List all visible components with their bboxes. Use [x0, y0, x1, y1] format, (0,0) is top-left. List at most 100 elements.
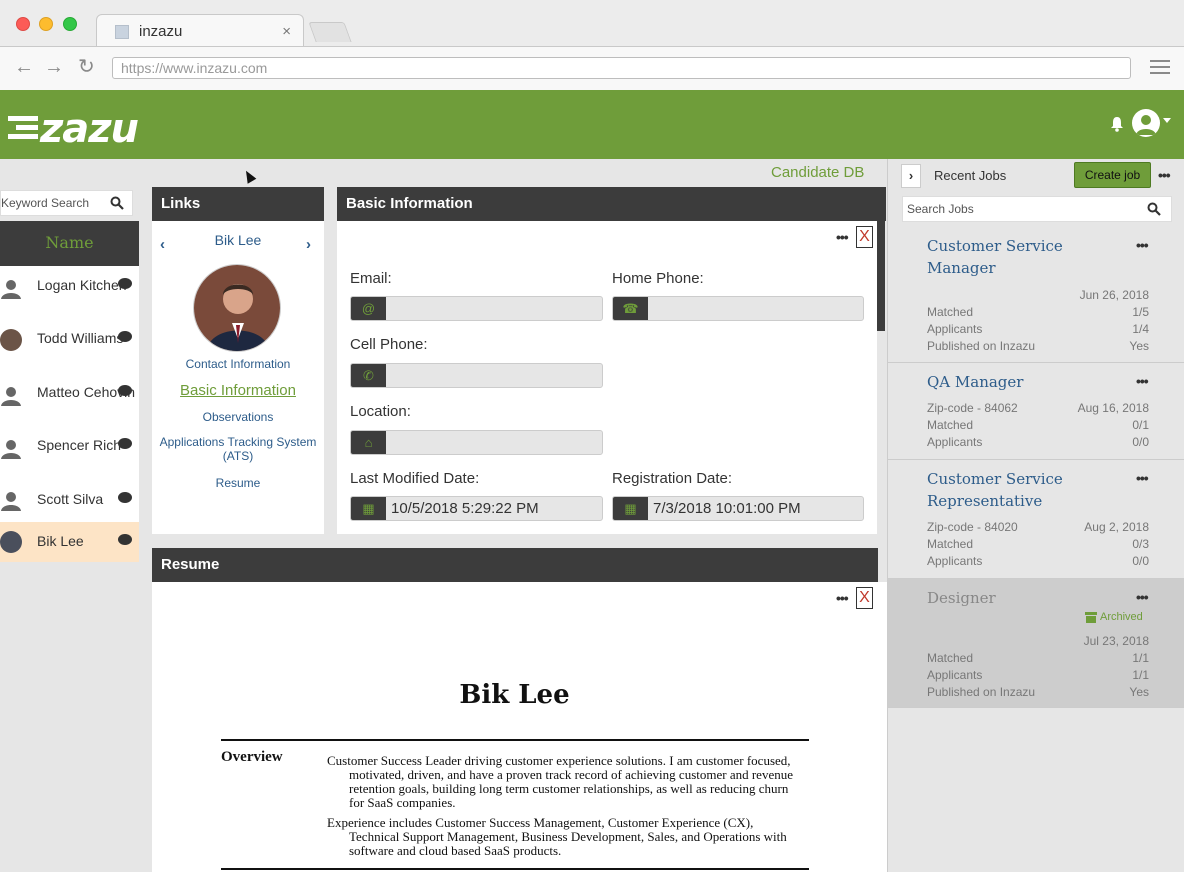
close-panel-button[interactable]: X [856, 587, 873, 609]
user-icon [1, 280, 21, 299]
matched-label: Matched [927, 418, 974, 432]
collapse-jobs-button[interactable]: › [901, 164, 921, 188]
job-card[interactable]: Customer Service Manager ••• Jun 26, 201… [888, 227, 1184, 363]
app-header: zazu [0, 90, 1184, 159]
job-card[interactable]: Customer Service Representative ••• Zip-… [888, 460, 1184, 579]
new-tab-button[interactable] [308, 22, 352, 42]
search-icon[interactable] [110, 196, 124, 210]
job-zip: Zip-code - 84062 [927, 401, 1018, 415]
links-panel-header: Links [152, 187, 324, 221]
matched-value: 0/3 [1132, 537, 1149, 551]
resume-name: Bik Lee [459, 680, 570, 710]
close-window-button[interactable] [16, 17, 30, 31]
matched-label: Matched [927, 305, 974, 319]
matched-label: Matched [927, 537, 974, 551]
search-jobs-input[interactable]: Search Jobs [902, 196, 1172, 222]
favicon-icon [115, 25, 129, 39]
candidate-name: Scott Silva [37, 491, 104, 507]
scrollbar[interactable] [877, 221, 885, 331]
candidate-row[interactable]: Todd Williams [0, 319, 139, 373]
home-phone-label: Home Phone: [612, 270, 704, 287]
browser-chrome: inzazu × ← → ↻ https://www.inzazu.com [0, 0, 1184, 90]
tab-close-icon[interactable]: × [282, 23, 291, 40]
home-icon: ⌂ [351, 431, 386, 454]
calendar-icon: ▦ [351, 497, 386, 520]
more-options-icon[interactable]: ••• [836, 590, 849, 606]
resume-paragraph: Experience includes Customer Success Man… [327, 815, 787, 858]
user-avatar-button[interactable] [1132, 109, 1160, 137]
menu-icon[interactable] [1150, 60, 1170, 78]
job-title[interactable]: Designer [927, 587, 996, 609]
cell-phone-field[interactable]: ✆ [350, 363, 603, 388]
applicants-label: Applicants [927, 554, 983, 568]
published-value: Yes [1129, 685, 1149, 699]
reload-icon[interactable]: ↻ [78, 57, 95, 77]
link-resume[interactable]: Resume [152, 476, 324, 490]
candidate-list: Logan Kitchen Todd Williams Matteo Cehov… [0, 266, 139, 562]
applicants-value: 1/4 [1132, 322, 1149, 336]
basic-info-header: Basic Information [337, 187, 886, 221]
logo[interactable]: zazu [40, 106, 139, 152]
chevron-down-icon[interactable] [1163, 118, 1171, 123]
divider [221, 868, 809, 870]
next-candidate-icon[interactable]: › [306, 236, 311, 253]
matched-label: Matched [927, 651, 974, 665]
job-date: Aug 2, 2018 [1084, 520, 1149, 534]
job-title[interactable]: Representative [927, 490, 1042, 512]
link-observations[interactable]: Observations [152, 410, 324, 424]
url-bar[interactable]: https://www.inzazu.com [112, 57, 1131, 79]
resume-section-heading: Overview [221, 749, 283, 765]
name-column-header[interactable]: Name [0, 221, 139, 266]
chat-icon[interactable] [118, 385, 132, 396]
search-icon[interactable] [1147, 202, 1161, 216]
email-field[interactable]: @ [350, 296, 603, 321]
more-options-icon[interactable]: ••• [1136, 237, 1149, 253]
candidate-row-selected[interactable]: Bik Lee [0, 522, 139, 562]
candidate-row[interactable]: Matteo Cehovin [0, 373, 139, 426]
close-panel-button[interactable]: X [856, 226, 873, 248]
job-title[interactable]: Manager [927, 257, 996, 279]
chat-icon[interactable] [118, 534, 132, 545]
candidate-row[interactable]: Spencer Rich [0, 426, 139, 479]
location-field[interactable]: ⌂ [350, 430, 603, 455]
minimize-window-button[interactable] [39, 17, 53, 31]
published-label: Published on Inzazu [927, 339, 1036, 353]
link-basic-information[interactable]: Basic Information [152, 382, 324, 399]
job-title[interactable]: Customer Service [927, 235, 1063, 257]
forward-icon[interactable]: → [44, 57, 64, 77]
user-icon [1, 440, 21, 459]
browser-tab[interactable]: inzazu × [96, 14, 304, 46]
link-contact-information[interactable]: Contact Information [152, 357, 324, 371]
back-icon[interactable]: ← [14, 57, 34, 77]
chat-icon[interactable] [118, 492, 132, 503]
more-options-icon[interactable]: ••• [1158, 167, 1171, 183]
bell-icon[interactable] [1110, 116, 1124, 132]
create-job-button[interactable]: Create job [1074, 162, 1151, 188]
published-value: Yes [1129, 339, 1149, 353]
candidate-row[interactable]: Scott Silva [0, 479, 139, 522]
phone-icon: ☎ [613, 297, 648, 320]
job-card-archived[interactable]: Designer ••• Archived Jul 23, 2018 Match… [888, 579, 1184, 708]
candidate-row[interactable]: Logan Kitchen [0, 266, 139, 319]
section-label: Candidate DB [771, 164, 865, 181]
more-options-icon[interactable]: ••• [1136, 589, 1149, 605]
registration-field: ▦ 7/3/2018 10:01:00 PM [612, 496, 864, 521]
chat-icon[interactable] [118, 438, 132, 449]
user-icon [1136, 115, 1156, 135]
maximize-window-button[interactable] [63, 17, 77, 31]
matched-value: 1/5 [1132, 305, 1149, 319]
more-options-icon[interactable]: ••• [1136, 373, 1149, 389]
more-options-icon[interactable]: ••• [836, 229, 849, 245]
job-card[interactable]: QA Manager ••• Zip-code - 84062 Aug 16, 2… [888, 363, 1184, 460]
more-options-icon[interactable]: ••• [1136, 470, 1149, 486]
chat-icon[interactable] [118, 278, 132, 289]
job-title[interactable]: Customer Service [927, 468, 1063, 490]
keyword-search-input[interactable]: Keyword Search [0, 190, 133, 216]
job-title[interactable]: QA Manager [927, 371, 1023, 393]
candidate-photo [193, 264, 281, 352]
home-phone-field[interactable]: ☎ [612, 296, 864, 321]
applicants-label: Applicants [927, 668, 983, 682]
logo-mark [8, 116, 38, 143]
chat-icon[interactable] [118, 331, 132, 342]
link-ats[interactable]: Applications Tracking System (ATS) [152, 435, 324, 463]
